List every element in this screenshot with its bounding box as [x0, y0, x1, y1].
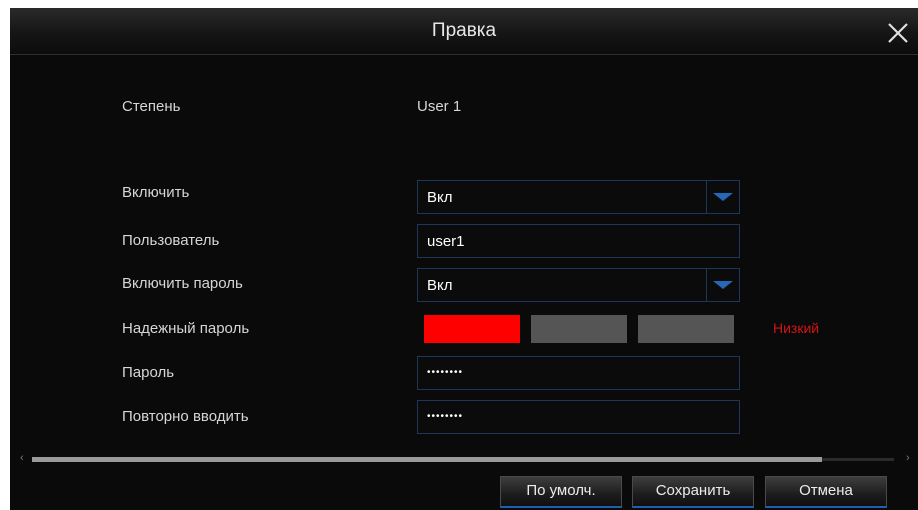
password-label: Пароль — [122, 364, 175, 381]
enable-password-dropdown-value: Вкл — [427, 277, 453, 294]
chevron-down-icon[interactable] — [706, 269, 739, 301]
title-bar: Правка — [10, 8, 918, 55]
confirm-password-input[interactable]: •••••••• — [417, 400, 740, 434]
chevron-down-icon[interactable] — [706, 181, 739, 213]
strength-text: Низкий — [773, 320, 820, 336]
confirm-password-label: Повторно вводить — [122, 408, 249, 425]
strength-bar-2 — [531, 315, 627, 343]
scroll-left-icon[interactable]: ‹ — [20, 452, 24, 464]
edit-user-dialog: Правка Степень User 1 Включить Вкл Польз… — [10, 8, 918, 510]
cancel-button[interactable]: Отмена — [765, 476, 887, 508]
close-icon[interactable] — [886, 21, 910, 45]
scrollbar-thumb[interactable] — [32, 457, 822, 462]
default-button[interactable]: По умолч. — [500, 476, 622, 508]
dialog-title: Правка — [431, 20, 497, 41]
user-input-value: user1 — [427, 233, 465, 250]
strength-bar-1 — [424, 315, 520, 343]
password-input[interactable]: •••••••• — [417, 356, 740, 390]
enable-password-dropdown[interactable]: Вкл — [417, 268, 740, 302]
enable-dropdown-value: Вкл — [427, 189, 453, 206]
password-input-value: •••••••• — [427, 367, 464, 378]
enable-password-label: Включить пароль — [122, 275, 243, 292]
enable-label: Включить — [122, 184, 190, 201]
enable-dropdown[interactable]: Вкл — [417, 180, 740, 214]
user-label: Пользователь — [122, 232, 220, 249]
scroll-right-icon[interactable]: › — [906, 452, 910, 464]
level-label: Степень — [122, 98, 181, 115]
level-value: User 1 — [417, 98, 462, 115]
save-button[interactable]: Сохранить — [632, 476, 754, 508]
user-input[interactable]: user1 — [417, 224, 740, 258]
strength-label: Надежный пароль — [122, 320, 250, 337]
confirm-password-input-value: •••••••• — [427, 411, 464, 422]
strength-bar-3 — [638, 315, 734, 343]
